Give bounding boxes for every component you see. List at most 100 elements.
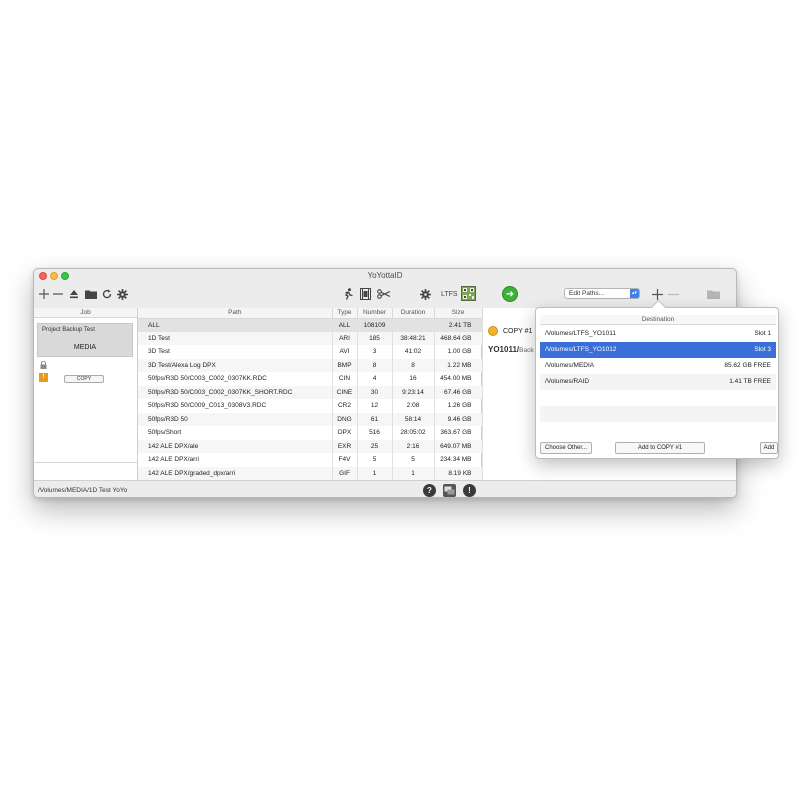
table-row[interactable]: 50fps/R3D 50/C003_C002_0307KK.RDC CIN 4 16 4…	[138, 372, 483, 386]
eject-icon[interactable]	[68, 285, 80, 303]
table-row[interactable]: 142 ALE DPX/ale EXR 25 2:16 649.07 MB	[138, 439, 483, 453]
destination-list: /Volumes/LTFS_YO1011 Slot 1 /Volumes/LTFS…	[540, 326, 776, 436]
type-column-header[interactable]: Type	[332, 308, 358, 319]
size-cell: 1.00 GB	[434, 345, 483, 359]
number-cell: 4	[357, 372, 393, 386]
path-cell: 142 ALE DPX/arri	[138, 453, 333, 467]
type-cell: AVI	[332, 345, 358, 359]
running-man-icon[interactable]	[341, 285, 355, 303]
add-to-copy-button[interactable]: Add to COPY #1	[615, 442, 705, 454]
duration-cell: 1	[392, 466, 435, 480]
edit-paths-label: Edit Paths...	[569, 290, 605, 297]
destination-path: /Volumes/LTFS_YO1012	[545, 346, 617, 353]
table-row[interactable]: 50fps/Short DPX 516 28:05:02 363.67 GB	[138, 426, 483, 440]
table-row[interactable]: 142 ALE DPX/graded_dpx/arri GIF 1 1 8.19 KB	[138, 466, 483, 480]
copy-entry[interactable]: COPY #1	[488, 326, 532, 336]
destination-info: 85.62 GB FREE	[724, 362, 771, 369]
table-row[interactable]: 50fps/R3D 50 DNG 61 58:14 9.46 GB	[138, 412, 483, 426]
job-column-header: Job	[34, 308, 137, 318]
destination-folder-icon[interactable]	[705, 285, 721, 303]
path-cell: 50fps/R3D 50	[138, 412, 333, 426]
table-row[interactable]: 142 ALE DPX/arri F4V 5 5 234.34 MB	[138, 453, 483, 467]
size-cell: 8.19 KB	[434, 466, 483, 480]
size-cell: 454.00 MB	[434, 372, 483, 386]
type-cell: EXR	[332, 439, 358, 453]
size-cell: 649.07 MB	[434, 439, 483, 453]
type-cell: BMP	[332, 358, 358, 372]
table-row[interactable]: 1D Test ARI 185 38:48:21 468.64 GB	[138, 331, 483, 345]
destination-header: Destination	[540, 315, 776, 325]
lock-icon[interactable]	[40, 360, 47, 371]
path-cell: 1D Test	[138, 331, 333, 345]
settings-gear-icon[interactable]	[116, 285, 128, 303]
path-cell: 142 ALE DPX/ale	[138, 439, 333, 453]
path-cell: 142 ALE DPX/graded_dpx/arri	[138, 466, 333, 480]
size-column-header[interactable]: Size	[434, 308, 483, 319]
duration-cell: 9:23:14	[392, 385, 435, 399]
destination-row-selected[interactable]: /Volumes/LTFS_YO1012 Slot 3	[540, 342, 776, 358]
duration-cell: 41:02	[392, 345, 435, 359]
window-title: YoYottaID	[367, 271, 403, 280]
go-arrow-button[interactable]: ➜	[502, 286, 518, 302]
size-cell: 1.26 GB	[434, 399, 483, 413]
table-row[interactable]: ALL ALL 108109 2.41 TB	[138, 318, 483, 332]
job-card[interactable]: Project Backup Test MEDIA	[37, 323, 133, 357]
path-cell: 3D Test/Alexa Log DPX	[138, 358, 333, 372]
folder-icon[interactable]	[84, 285, 98, 303]
duration-cell	[392, 318, 435, 332]
scissors-icon[interactable]	[376, 285, 392, 303]
destination-path: /Volumes/MEDIA	[545, 362, 595, 369]
destination-suffix: Back	[519, 347, 534, 354]
remove-job-icon[interactable]	[52, 285, 64, 303]
number-cell: 25	[357, 439, 393, 453]
warning-icon: !	[39, 373, 48, 382]
duration-cell: 2:08	[392, 399, 435, 413]
number-cell: 5	[357, 453, 393, 467]
title-bar: YoYottaID	[34, 269, 736, 283]
add-job-icon[interactable]	[38, 285, 50, 303]
add-button[interactable]: Add	[760, 442, 778, 454]
type-cell: CR2	[332, 399, 358, 413]
destination-row[interactable]: /Volumes/MEDIA 85.62 GB FREE	[540, 358, 776, 374]
file-table-pane: Path Type Number Duration Size ALL ALL 108…	[138, 308, 483, 480]
type-cell: ALL	[332, 318, 358, 332]
type-cell: CINE	[332, 385, 358, 399]
size-cell: 1.22 MB	[434, 358, 483, 372]
status-path: /Volumes/MEDIA/1D Test YoYo	[38, 487, 128, 494]
table-row[interactable]: 3D Test AVI 3 41:02 1.00 GB	[138, 345, 483, 359]
ltfs-settings-gear-icon[interactable]	[418, 285, 432, 303]
refresh-icon[interactable]	[101, 285, 113, 303]
duration-column-header[interactable]: Duration	[392, 308, 435, 319]
edit-paths-select[interactable]: Edit Paths... ▴▾	[564, 288, 640, 299]
duration-cell: 38:48:21	[392, 331, 435, 345]
duration-cell: 16	[392, 372, 435, 386]
path-column-header[interactable]: Path	[138, 308, 333, 319]
choose-other-button[interactable]: Choose Other...	[540, 442, 592, 454]
clock-icon	[488, 326, 498, 336]
number-cell: 516	[357, 426, 393, 440]
destination-path: /Volumes/RAID	[545, 378, 590, 385]
empty-row	[540, 406, 776, 422]
copy-label: COPY #1	[503, 327, 533, 335]
help-icon[interactable]: ?	[423, 484, 436, 497]
cards-icon[interactable]	[443, 484, 456, 497]
size-cell: 67.46 GB	[434, 385, 483, 399]
table-row[interactable]: 50fps/R3D 50/C003_C002_0307KK_SHORT.RDC C…	[138, 385, 483, 399]
number-cell: 61	[357, 412, 393, 426]
duration-cell: 28:05:02	[392, 426, 435, 440]
qr-code-icon[interactable]	[461, 286, 476, 301]
table-row[interactable]: 50fps/R3D 50/C009_C013_0308V3.RDC CR2 12 2:…	[138, 399, 483, 413]
number-cell: 1	[357, 466, 393, 480]
number-column-header[interactable]: Number	[357, 308, 393, 319]
copy-button[interactable]: COPY	[64, 375, 104, 383]
table-row[interactable]: 3D Test/Alexa Log DPX BMP 8 8 1.22 MB	[138, 358, 483, 372]
alert-icon[interactable]: !	[463, 484, 476, 497]
remove-destination-icon[interactable]	[667, 285, 679, 303]
destination-info: Slot 1	[754, 330, 771, 337]
destination-row[interactable]: /Volumes/LTFS_YO1011 Slot 1	[540, 326, 776, 342]
destination-row[interactable]: /Volumes/RAID 1.41 TB FREE	[540, 374, 776, 390]
duration-cell: 58:14	[392, 412, 435, 426]
film-strip-icon[interactable]	[358, 285, 372, 303]
number-cell: 12	[357, 399, 393, 413]
duration-cell: 5	[392, 453, 435, 467]
